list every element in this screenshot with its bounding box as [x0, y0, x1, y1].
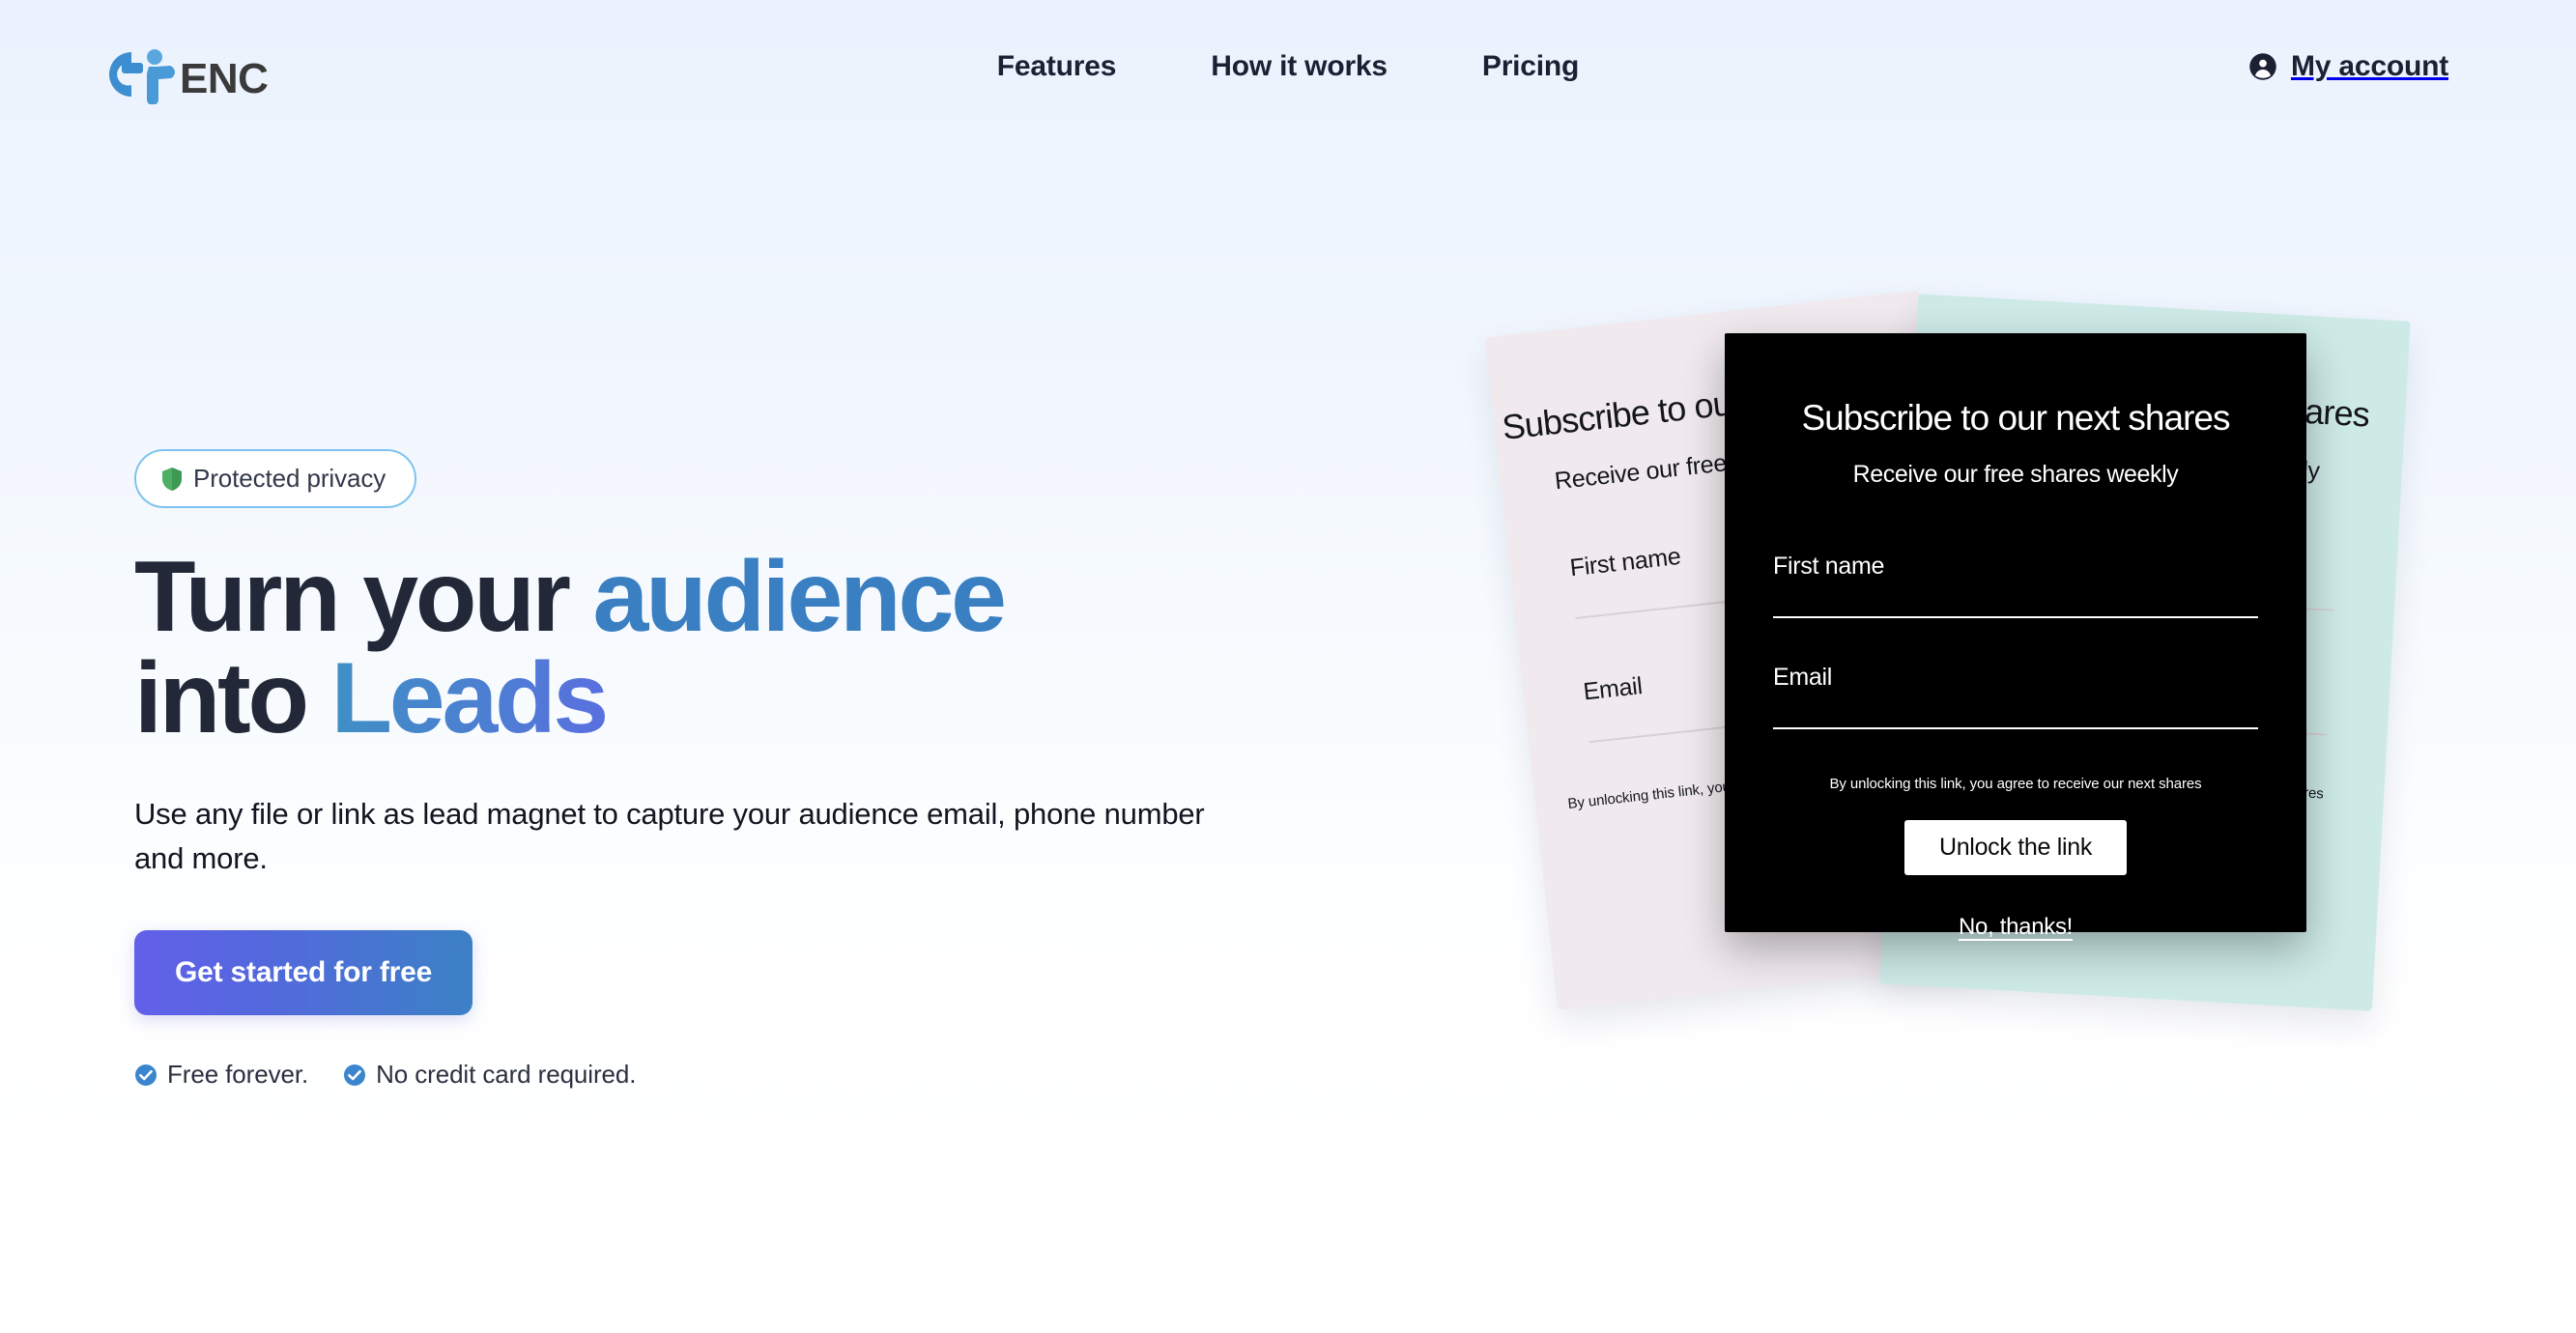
headline-line2-accent: Leads: [330, 642, 609, 755]
headline-line1-plain: Turn your: [134, 541, 593, 653]
trust-item-free-forever: Free forever.: [134, 1060, 308, 1090]
shield-icon: [162, 467, 182, 491]
my-account-label: My account: [2290, 50, 2448, 82]
no-thanks-link[interactable]: No, thanks!: [1959, 914, 2073, 941]
my-account-button[interactable]: My account: [2248, 50, 2448, 83]
check-circle-icon: [344, 1064, 366, 1086]
get-started-button[interactable]: Get started for free: [134, 930, 473, 1016]
card-black-email-underline: [1773, 727, 2258, 729]
protected-privacy-label: Protected privacy: [193, 464, 386, 493]
svg-text:ENCE: ENCE: [180, 55, 271, 102]
page-title: Turn your audience into Leads: [134, 546, 1352, 750]
check-circle-icon: [135, 1064, 157, 1086]
nav-item-features[interactable]: Features: [997, 50, 1117, 83]
card-black-consent-note: By unlocking this link, you agree to rec…: [1829, 776, 2202, 792]
hero-content: Protected privacy Turn your audience int…: [134, 449, 1352, 1090]
lead-magnet-card-stack: Subscribe to our next shares Receive our…: [1484, 290, 2498, 1072]
card-black-first-name-label: First name: [1773, 553, 1885, 580]
nav-item-how-it-works[interactable]: How it works: [1211, 50, 1388, 83]
account-circle-icon: [2249, 53, 2276, 80]
logo[interactable]: ENCE: [87, 43, 271, 106]
card-black-subtitle: Receive our free shares weekly: [1852, 461, 2179, 488]
card-black-first-name-underline: [1773, 616, 2258, 618]
card-black-email-field[interactable]: Email: [1773, 664, 2258, 729]
card-black: Subscribe to our next shares Receive our…: [1725, 333, 2306, 940]
site-header: ENCE Features How it works Pricing My ac…: [0, 0, 2576, 155]
card-black-email-label: Email: [1773, 664, 1833, 691]
card-black-title: Subscribe to our next shares: [1801, 398, 2231, 438]
unlock-the-link-button[interactable]: Unlock the link: [1903, 820, 2128, 875]
main-nav: Features How it works Pricing: [0, 50, 2576, 83]
card-black-first-name-field[interactable]: First name: [1773, 553, 2258, 618]
headline-line1-accent: audience: [592, 541, 1007, 653]
nav-item-pricing[interactable]: Pricing: [1482, 50, 1579, 83]
trust-label-free-forever: Free forever.: [167, 1060, 309, 1090]
c-person-logo-icon: ENCE: [109, 49, 271, 104]
trust-badges: Free forever. No credit card required.: [134, 1060, 1352, 1090]
headline-line2-plain: into: [134, 642, 331, 755]
protected-privacy-badge: Protected privacy: [134, 449, 417, 508]
trust-label-no-credit-card: No credit card required.: [376, 1060, 637, 1090]
trust-item-no-credit-card: No credit card required.: [343, 1060, 636, 1090]
hero-subtitle: Use any file or link as lead magnet to c…: [134, 797, 1205, 875]
